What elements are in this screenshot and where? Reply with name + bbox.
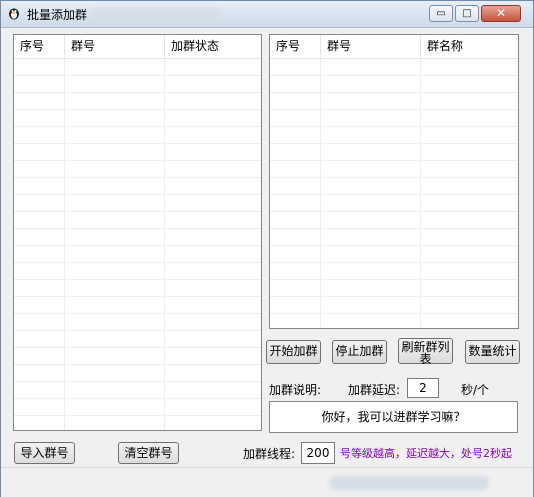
refresh-group-list-button[interactable]: 刷新群列表 <box>398 338 453 365</box>
column-header-group-number[interactable]: 群号 <box>321 35 421 58</box>
delay-unit-label: 秒/个 <box>461 383 490 397</box>
maximize-icon: □ <box>462 8 472 19</box>
column-divider <box>320 59 321 328</box>
column-header-group-number[interactable]: 群号 <box>65 35 165 58</box>
join-message-field[interactable]: 你好，我可以进群学习嘛？ <box>269 401 518 433</box>
group-result-list[interactable]: 序号 群号 群名称 <box>269 34 519 329</box>
close-button[interactable]: ✕ <box>481 5 521 22</box>
count-stats-button[interactable]: 数量统计 <box>465 340 520 364</box>
group-import-list[interactable]: 序号 群号 加群状态 <box>13 34 262 431</box>
main-window: 批量添加群 ▭ □ ✕ 序号 群号 加群状态 序号 群号 群名称 开始加群 停止… <box>0 0 534 497</box>
clear-group-numbers-button[interactable]: 清空群号 <box>118 442 179 464</box>
close-icon: ✕ <box>495 6 507 20</box>
title-bar: 批量添加群 ▭ □ ✕ <box>1 1 533 28</box>
column-header-join-status[interactable]: 加群状态 <box>165 35 261 58</box>
import-group-numbers-button[interactable]: 导入群号 <box>14 442 75 464</box>
column-divider <box>420 59 421 328</box>
minimize-button[interactable]: ▭ <box>429 5 453 22</box>
column-header-index[interactable]: 序号 <box>270 35 321 58</box>
join-threads-label: 加群线程: <box>243 447 296 461</box>
delay-hint-text: 号等级越高，延迟越大，处号2秒起 <box>340 447 512 460</box>
column-divider <box>64 59 65 430</box>
redacted-status-region <box>329 476 489 490</box>
penguin-icon <box>9 8 19 20</box>
column-header-group-name[interactable]: 群名称 <box>421 35 518 58</box>
status-bar <box>1 467 533 497</box>
list-header: 序号 群号 加群状态 <box>14 35 261 59</box>
join-delay-label: 加群延迟: <box>348 383 401 397</box>
list-header: 序号 群号 群名称 <box>270 35 518 59</box>
window-title: 批量添加群 <box>27 8 88 22</box>
join-delay-input[interactable]: 2 <box>407 378 439 398</box>
redacted-title-region <box>91 8 221 21</box>
start-join-button[interactable]: 开始加群 <box>266 340 321 364</box>
list-rows <box>14 59 261 430</box>
column-header-index[interactable]: 序号 <box>14 35 65 58</box>
join-description-label: 加群说明: <box>269 383 322 397</box>
list-rows <box>270 59 518 328</box>
stop-join-button[interactable]: 停止加群 <box>332 340 387 364</box>
column-divider <box>164 59 165 430</box>
minimize-icon: ▭ <box>436 8 446 19</box>
join-threads-input[interactable]: 200 <box>301 442 335 464</box>
maximize-button[interactable]: □ <box>455 5 479 22</box>
